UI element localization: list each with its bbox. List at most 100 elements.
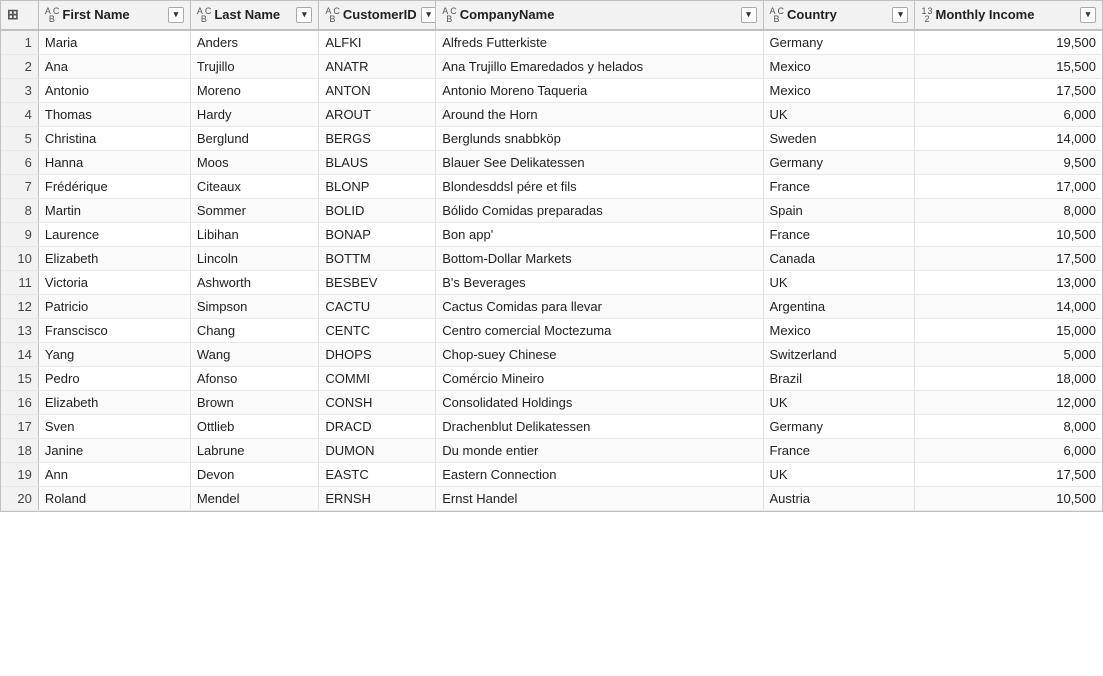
cell-firstname: Elizabeth xyxy=(38,390,190,414)
row-number: 11 xyxy=(1,270,38,294)
cell-monthlyincome: 6,000 xyxy=(915,102,1102,126)
cell-companyname: Bon app' xyxy=(436,222,763,246)
cell-monthlyincome: 17,500 xyxy=(915,78,1102,102)
table-row[interactable]: 2AnaTrujilloANATRAna Trujillo Emaredados… xyxy=(1,54,1102,78)
cell-lastname: Moreno xyxy=(190,78,319,102)
cell-customerid: CONSH xyxy=(319,390,436,414)
table-row[interactable]: 12PatricioSimpsonCACTUCactus Comidas par… xyxy=(1,294,1102,318)
cell-customerid: BOLID xyxy=(319,198,436,222)
table-row[interactable]: 17SvenOttliebDRACDDrachenblut Delikatess… xyxy=(1,414,1102,438)
cell-customerid: ANATR xyxy=(319,54,436,78)
cell-monthlyincome: 17,500 xyxy=(915,246,1102,270)
table-row[interactable]: 13FransciscoChangCENTCCentro comercial M… xyxy=(1,318,1102,342)
cell-firstname: Pedro xyxy=(38,366,190,390)
column-header-monthlyincome[interactable]: 123Monthly Income▾ xyxy=(915,1,1102,30)
row-number: 2 xyxy=(1,54,38,78)
row-number: 15 xyxy=(1,366,38,390)
column-header-country[interactable]: ABCCountry▾ xyxy=(763,1,915,30)
cell-monthlyincome: 5,000 xyxy=(915,342,1102,366)
column-header-customerid[interactable]: ABCCustomerID▾ xyxy=(319,1,436,30)
cell-country: UK xyxy=(763,270,915,294)
column-type-icon-lastname: ABC xyxy=(197,6,211,24)
row-number: 13 xyxy=(1,318,38,342)
cell-companyname: Ernst Handel xyxy=(436,486,763,510)
filter-button-country[interactable]: ▾ xyxy=(892,7,908,23)
filter-button-companyname[interactable]: ▾ xyxy=(741,7,757,23)
cell-firstname: Antonio xyxy=(38,78,190,102)
cell-lastname: Wang xyxy=(190,342,319,366)
filter-button-monthlyincome[interactable]: ▾ xyxy=(1080,7,1096,23)
cell-firstname: Ann xyxy=(38,462,190,486)
table-row[interactable]: 4ThomasHardyAROUTAround the HornUK6,000 xyxy=(1,102,1102,126)
table-row[interactable]: 16ElizabethBrownCONSHConsolidated Holdin… xyxy=(1,390,1102,414)
table-row[interactable]: 5ChristinaBerglundBERGSBerglunds snabbkö… xyxy=(1,126,1102,150)
cell-country: Argentina xyxy=(763,294,915,318)
column-header-companyname[interactable]: ABCCompanyName▾ xyxy=(436,1,763,30)
cell-lastname: Hardy xyxy=(190,102,319,126)
cell-firstname: Victoria xyxy=(38,270,190,294)
cell-customerid: ANTON xyxy=(319,78,436,102)
cell-monthlyincome: 12,000 xyxy=(915,390,1102,414)
cell-lastname: Devon xyxy=(190,462,319,486)
column-header-lastname[interactable]: ABCLast Name▾ xyxy=(190,1,319,30)
cell-customerid: DRACD xyxy=(319,414,436,438)
cell-country: Sweden xyxy=(763,126,915,150)
table-row[interactable]: 11VictoriaAshworthBESBEVB's BeveragesUK1… xyxy=(1,270,1102,294)
cell-companyname: Around the Horn xyxy=(436,102,763,126)
cell-lastname: Lincoln xyxy=(190,246,319,270)
table-row[interactable]: 1MariaAndersALFKIAlfreds FutterkisteGerm… xyxy=(1,30,1102,55)
cell-monthlyincome: 14,000 xyxy=(915,294,1102,318)
cell-country: Mexico xyxy=(763,78,915,102)
cell-customerid: AROUT xyxy=(319,102,436,126)
cell-lastname: Ashworth xyxy=(190,270,319,294)
filter-button-lastname[interactable]: ▾ xyxy=(296,7,312,23)
column-header-firstname[interactable]: ABCFirst Name▾ xyxy=(38,1,190,30)
row-number: 10 xyxy=(1,246,38,270)
row-number: 14 xyxy=(1,342,38,366)
cell-firstname: Yang xyxy=(38,342,190,366)
cell-companyname: Berglunds snabbköp xyxy=(436,126,763,150)
table-row[interactable]: 8MartinSommerBOLIDBólido Comidas prepara… xyxy=(1,198,1102,222)
table-row[interactable]: 3AntonioMorenoANTONAntonio Moreno Taquer… xyxy=(1,78,1102,102)
table-row[interactable]: 9LaurenceLibihanBONAPBon app'France10,50… xyxy=(1,222,1102,246)
cell-country: Mexico xyxy=(763,318,915,342)
cell-companyname: Bottom-Dollar Markets xyxy=(436,246,763,270)
table-row[interactable]: 10ElizabethLincolnBOTTMBottom-Dollar Mar… xyxy=(1,246,1102,270)
cell-lastname: Libihan xyxy=(190,222,319,246)
table-row[interactable]: 6HannaMoosBLAUSBlauer See DelikatessenGe… xyxy=(1,150,1102,174)
cell-companyname: Blondesddsl pére et fils xyxy=(436,174,763,198)
cell-lastname: Anders xyxy=(190,30,319,55)
cell-lastname: Sommer xyxy=(190,198,319,222)
cell-firstname: Janine xyxy=(38,438,190,462)
filter-button-customerid[interactable]: ▾ xyxy=(421,7,436,23)
table-row[interactable]: 18JanineLabruneDUMONDu monde entierFranc… xyxy=(1,438,1102,462)
cell-monthlyincome: 8,000 xyxy=(915,414,1102,438)
row-number: 18 xyxy=(1,438,38,462)
cell-customerid: COMMI xyxy=(319,366,436,390)
column-label-customerid: CustomerID xyxy=(343,7,417,22)
column-label-monthlyincome: Monthly Income xyxy=(936,7,1077,22)
cell-firstname: Christina xyxy=(38,126,190,150)
cell-companyname: Blauer See Delikatessen xyxy=(436,150,763,174)
cell-monthlyincome: 18,000 xyxy=(915,366,1102,390)
cell-monthlyincome: 13,000 xyxy=(915,270,1102,294)
column-label-country: Country xyxy=(787,7,888,22)
cell-customerid: DUMON xyxy=(319,438,436,462)
cell-firstname: Sven xyxy=(38,414,190,438)
table-row[interactable]: 14YangWangDHOPSChop-suey ChineseSwitzerl… xyxy=(1,342,1102,366)
table-row[interactable]: 7FrédériqueCiteauxBLONPBlondesddsl pére … xyxy=(1,174,1102,198)
table-row[interactable]: 20RolandMendelERNSHErnst HandelAustria10… xyxy=(1,486,1102,510)
cell-companyname: Centro comercial Moctezuma xyxy=(436,318,763,342)
cell-companyname: Antonio Moreno Taqueria xyxy=(436,78,763,102)
cell-companyname: Ana Trujillo Emaredados y helados xyxy=(436,54,763,78)
table-row[interactable]: 15PedroAfonsoCOMMIComércio MineiroBrazil… xyxy=(1,366,1102,390)
cell-firstname: Patricio xyxy=(38,294,190,318)
cell-country: Brazil xyxy=(763,366,915,390)
cell-customerid: ERNSH xyxy=(319,486,436,510)
row-number: 20 xyxy=(1,486,38,510)
row-number: 8 xyxy=(1,198,38,222)
table-row[interactable]: 19AnnDevonEASTCEastern ConnectionUK17,50… xyxy=(1,462,1102,486)
filter-button-firstname[interactable]: ▾ xyxy=(168,7,184,23)
row-number: 5 xyxy=(1,126,38,150)
cell-country: UK xyxy=(763,462,915,486)
